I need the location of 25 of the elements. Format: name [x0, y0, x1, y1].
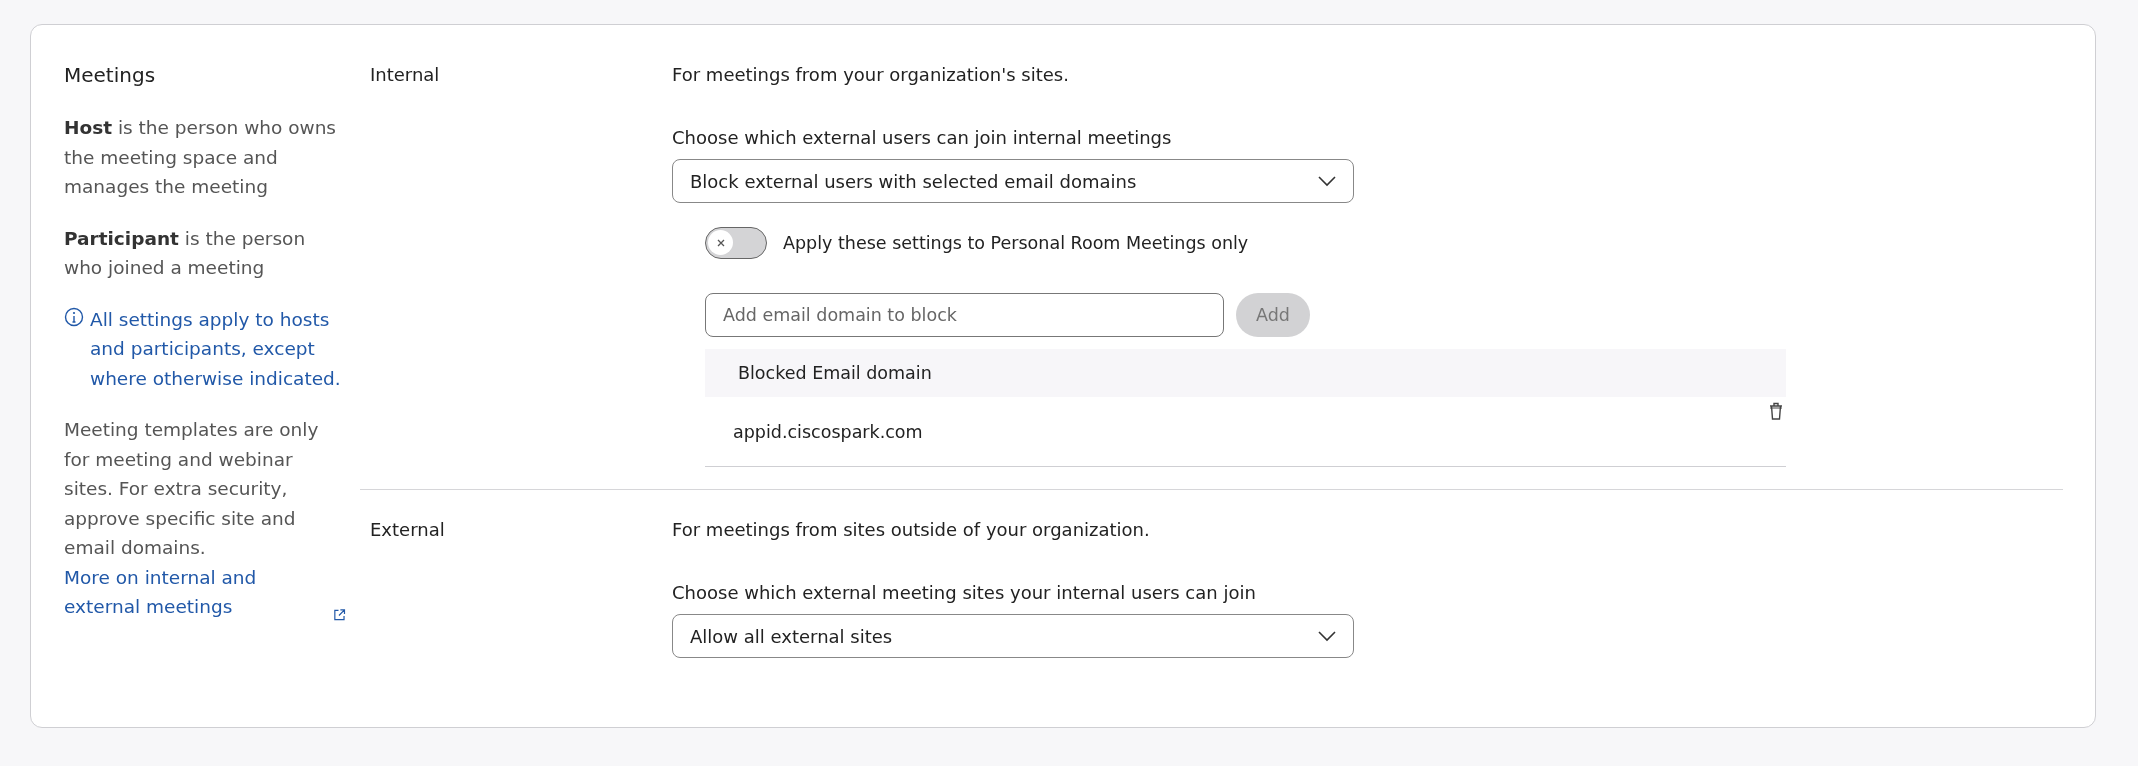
toggle-label: Apply these settings to Personal Room Meetings only	[783, 233, 1249, 253]
info-icon	[64, 306, 84, 327]
chevron-down-icon	[1317, 630, 1337, 642]
section-description: For meetings from sites outside of your organization.	[672, 518, 1151, 542]
external-link-icon[interactable]	[333, 607, 346, 622]
close-icon	[715, 237, 726, 248]
dropdown[interactable]: Allow all external sites	[672, 614, 1354, 658]
chevron-down-icon	[1317, 175, 1337, 187]
domain-input[interactable]: Add email domain to block	[705, 293, 1224, 337]
section-description: For meetings from your organization's sites.	[672, 63, 1070, 87]
section-label: External	[370, 519, 445, 540]
section-title: Meetings	[64, 62, 157, 89]
field-label: Choose which external meeting sites your internal users can join	[672, 581, 1257, 605]
more-info-link[interactable]: More on internal and external meetings	[64, 562, 324, 622]
definition-text: Host is the person who owns the meeting space and manages the meeting	[64, 116, 337, 199]
dropdown[interactable]: Block external users with selected email domains	[672, 159, 1354, 203]
section-label: Internal	[370, 64, 440, 85]
field-label: Choose which external users can join internal meetings	[672, 126, 1173, 150]
toggle-switch[interactable]	[705, 227, 767, 259]
table-header: Blocked Email domain	[705, 349, 1786, 397]
info-text: All settings apply to hosts and participants, except where otherwise indicated.	[90, 307, 342, 391]
trash-icon[interactable]	[1768, 401, 1784, 421]
definition-text: Participant is the person who joined a meeting	[64, 226, 307, 280]
table-cell: appid.ciscospark.com	[733, 421, 923, 442]
note-text: Meeting templates are only for meeting and webinar sites. For extra security, approve specific site and email domains.	[64, 418, 320, 560]
